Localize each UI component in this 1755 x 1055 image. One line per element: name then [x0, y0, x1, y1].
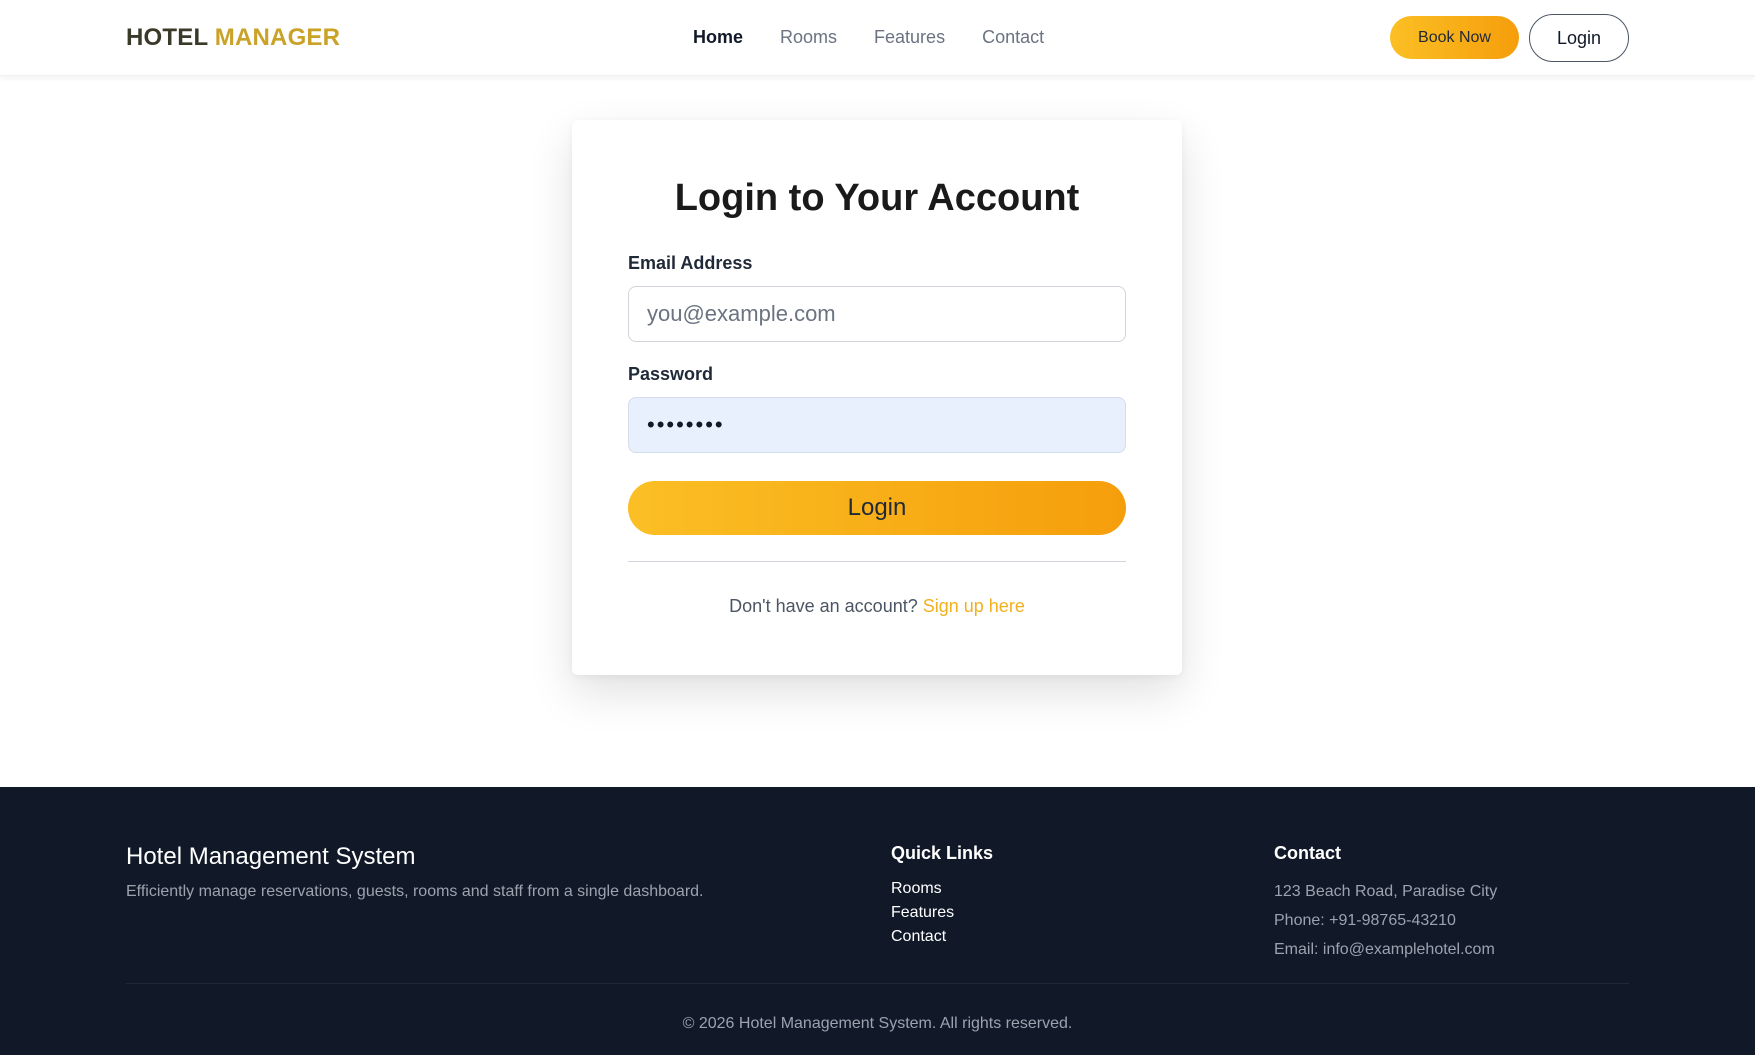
header-login-button[interactable]: Login [1529, 14, 1629, 62]
contact-email: Email: info@examplehotel.com [1274, 941, 1495, 958]
signup-link[interactable]: Sign up here [923, 596, 1025, 616]
signup-prompt: Don't have an account? Sign up here [572, 596, 1182, 617]
footer-link-features[interactable]: Features [891, 904, 954, 921]
contact-address: 123 Beach Road, Paradise City [1274, 883, 1498, 900]
footer-link-rooms[interactable]: Rooms [891, 880, 942, 897]
footer-divider [126, 983, 1629, 984]
password-label: Password [628, 364, 714, 384]
site-footer: Hotel Management System Efficiently mana… [0, 787, 1755, 1055]
brand-logo[interactable]: HOTEL MANAGER [126, 24, 340, 52]
login-submit-button[interactable]: Login [628, 481, 1126, 535]
footer-description: Efficiently manage reservations, guests,… [126, 883, 704, 900]
password-input[interactable] [628, 397, 1126, 453]
nav-link-rooms[interactable]: Rooms [780, 27, 837, 48]
login-title: Login to Your Account [674, 177, 1080, 219]
email-input[interactable] [628, 286, 1126, 342]
nav-link-contact[interactable]: Contact [982, 27, 1044, 48]
email-label: Email Address [628, 253, 753, 273]
login-card: Login to Your Account Email Address Pass… [572, 120, 1182, 675]
main-nav: Home Rooms Features Contact [693, 27, 1044, 48]
book-now-button[interactable]: Book Now [1390, 16, 1519, 59]
quick-links-list: Rooms Features Contact [891, 877, 954, 949]
brand-text-accent: MANAGER [214, 24, 341, 51]
card-divider [628, 561, 1126, 562]
nav-link-home[interactable]: Home [693, 27, 743, 48]
contact-phone: Phone: +91-98765-43210 [1274, 912, 1456, 929]
footer-link-contact[interactable]: Contact [891, 928, 946, 945]
contact-heading: Contact [1274, 843, 1341, 863]
footer-brand: Hotel Management System [126, 843, 416, 870]
brand-text-primary: HOTEL [126, 24, 208, 51]
quick-links-heading: Quick Links [891, 843, 994, 863]
site-header: HOTEL MANAGER Home Rooms Features Contac… [0, 0, 1755, 76]
copyright-text: © 2026 Hotel Management System. All righ… [682, 1015, 1073, 1032]
contact-list: 123 Beach Road, Paradise City Phone: +91… [1274, 877, 1497, 964]
nav-link-features[interactable]: Features [874, 27, 945, 48]
signup-prompt-text: Don't have an account? [729, 596, 918, 616]
